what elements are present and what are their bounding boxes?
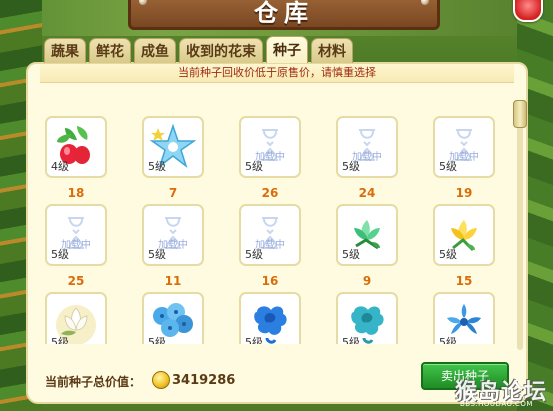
seed-slot-frame: 5级 <box>336 292 398 344</box>
seed-quantity: 26 <box>261 186 279 200</box>
tab-vegetables[interactable]: 蔬果 <box>44 38 86 63</box>
seed-level: 5级 <box>51 248 69 261</box>
seed-slot[interactable]: 5级 <box>239 292 301 344</box>
seed-slot-frame: 5级 <box>433 292 495 344</box>
tab-seeds[interactable]: 种子 <box>266 36 308 63</box>
seed-slot-frame: 5级 <box>45 292 107 344</box>
seed-level: 5级 <box>439 336 457 344</box>
seed-slot-frame: 5级 <box>433 204 495 266</box>
seed-slot-frame: 加载中 5级 <box>239 204 301 266</box>
seed-quantity: 25 <box>67 274 85 288</box>
seed-level: 5级 <box>439 160 457 173</box>
tab-materials[interactable]: 材料 <box>311 38 353 63</box>
seed-slot-frame: 5级 <box>142 292 204 344</box>
seed-slot[interactable]: 5级 <box>142 292 204 344</box>
seed-quantity: 24 <box>358 186 376 200</box>
tab-fish[interactable]: 成鱼 <box>134 38 176 63</box>
seed-level: 4级 <box>51 160 69 173</box>
seed-slot-frame: 5级 <box>239 292 301 344</box>
seed-slot[interactable]: 4级 18 <box>45 116 107 202</box>
seed-slot[interactable]: 5级 <box>336 292 398 344</box>
seed-level: 5级 <box>342 248 360 261</box>
watermark-url: BBS.HOUDAO.COM <box>460 400 533 408</box>
tab-bouquets[interactable]: 收到的花束 <box>179 38 263 63</box>
seed-slot[interactable]: 加载中 5级 19 <box>433 116 495 202</box>
seed-slot[interactable]: 加载中 5级 25 <box>45 204 107 290</box>
seed-quantity: 9 <box>362 274 372 288</box>
seed-quantity: 11 <box>164 274 182 288</box>
seed-quantity: 15 <box>455 274 473 288</box>
seed-slot[interactable]: 5级 9 <box>336 204 398 290</box>
seed-slot[interactable]: 5级 15 <box>433 204 495 290</box>
seed-quantity: 16 <box>261 274 279 288</box>
total-value: 3419286 <box>172 373 236 388</box>
seed-level: 5级 <box>148 248 166 261</box>
seed-level: 5级 <box>245 160 263 173</box>
seed-grid: 4级 18 5级 7 加载中 5级 26 加载中 5级 24 加载中 5级 19 加载中 5级 25 加载中 5级… <box>40 106 498 344</box>
seed-quantity: 19 <box>455 186 473 200</box>
seed-slot[interactable]: 加载中 5级 26 <box>239 116 301 202</box>
seed-slot[interactable]: 加载中 5级 11 <box>142 204 204 290</box>
seed-slot[interactable]: 加载中 5级 16 <box>239 204 301 290</box>
seed-slot-frame: 4级 <box>45 116 107 178</box>
seed-level: 5级 <box>342 160 360 173</box>
seed-slot-frame: 5级 <box>142 116 204 178</box>
seed-slot[interactable]: 5级 <box>45 292 107 344</box>
title-signboard: 仓库 <box>128 0 440 30</box>
seed-quantity: 7 <box>168 186 178 200</box>
seed-slot-frame: 加载中 5级 <box>336 116 398 178</box>
seed-slot-frame: 5级 <box>336 204 398 266</box>
seed-level: 5级 <box>148 160 166 173</box>
scrollbar-track[interactable] <box>517 100 523 350</box>
notice-bar: 当前种子回收价低于原售价，请慎重选择 <box>40 64 514 83</box>
seed-level: 5级 <box>245 248 263 261</box>
total-value-label: 当前种子总价值： <box>45 375 142 389</box>
seed-slot-frame: 加载中 5级 <box>45 204 107 266</box>
tab-flowers[interactable]: 鲜花 <box>89 38 131 63</box>
window-title: 仓库 <box>254 0 314 27</box>
seed-level: 5级 <box>245 336 263 344</box>
seed-slot-frame: 加载中 5级 <box>433 116 495 178</box>
close-button[interactable] <box>513 0 543 22</box>
seed-slot-frame: 加载中 5级 <box>239 116 301 178</box>
seed-slot[interactable]: 5级 <box>433 292 495 344</box>
scrollbar-thumb[interactable] <box>513 100 527 128</box>
seed-level: 5级 <box>148 336 166 344</box>
seed-quantity: 18 <box>67 186 85 200</box>
tab-bar: 蔬果 鲜花 成鱼 收到的花束 种子 材料 <box>44 36 353 64</box>
seed-slot-frame: 加载中 5级 <box>142 204 204 266</box>
seed-level: 5级 <box>439 248 457 261</box>
gold-coin-icon <box>152 371 170 389</box>
seed-slot[interactable]: 5级 7 <box>142 116 204 202</box>
seed-level: 5级 <box>51 336 69 344</box>
seed-slot[interactable]: 加载中 5级 24 <box>336 116 398 202</box>
seed-level: 5级 <box>342 336 360 344</box>
